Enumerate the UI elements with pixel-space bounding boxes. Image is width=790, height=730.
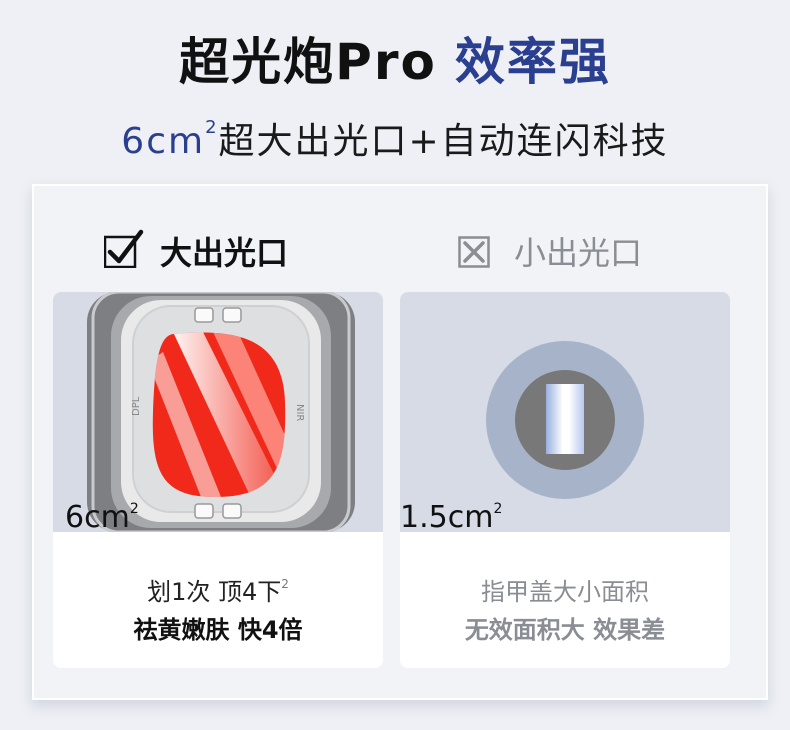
subtitle-number: 6cm [121, 121, 206, 162]
large-benefit-line1-text: 划1次 顶4下 [147, 578, 282, 606]
subtitle-superscript: 2 [205, 117, 219, 138]
large-aperture-card: DPL NIR 6cm2 划1次 顶4下2 祛黄嫩肤 快4倍 [53, 292, 383, 668]
small-aperture-device-image [400, 292, 730, 532]
title-main: 超光炮Pro [179, 33, 437, 91]
large-area-label: 6cm2 [65, 500, 139, 535]
check-icon [104, 229, 144, 268]
small-area-value: 1.5cm [400, 500, 494, 535]
right-heading: 小出光口 [458, 228, 642, 274]
device-label-nir: NIR [294, 404, 305, 421]
large-area-value: 6cm [65, 500, 130, 535]
subtitle: 6cm2超大出光口+自动连闪科技 [0, 112, 790, 164]
left-heading: 大出光口 [104, 228, 288, 274]
device-label-dpl: DPL [131, 396, 142, 416]
large-area-sup: 2 [129, 501, 139, 517]
large-benefit-line2: 祛黄嫩肤 快4倍 [133, 616, 303, 644]
large-benefit-line1-sup: 2 [281, 577, 289, 591]
right-heading-label: 小出光口 [514, 234, 643, 272]
page-title: 超光炮Pro 效率强 [0, 22, 790, 94]
large-benefit-line1: 划1次 顶4下2 [53, 572, 383, 607]
subtitle-text: 超大出光口+自动连闪科技 [218, 121, 669, 162]
small-drawback-line2: 无效面积大 效果差 [464, 616, 666, 644]
small-aperture-card: 1.5cm2 指甲盖大小面积 无效面积大 效果差 [400, 292, 730, 668]
cross-icon [458, 236, 490, 268]
small-area-label: 1.5cm2 [400, 500, 502, 535]
left-heading-label: 大出光口 [160, 234, 289, 272]
small-drawback-line1: 指甲盖大小面积 [481, 578, 649, 606]
title-accent: 效率强 [454, 33, 611, 91]
large-aperture-device-image: DPL NIR [53, 292, 383, 532]
small-area-sup: 2 [493, 501, 503, 517]
